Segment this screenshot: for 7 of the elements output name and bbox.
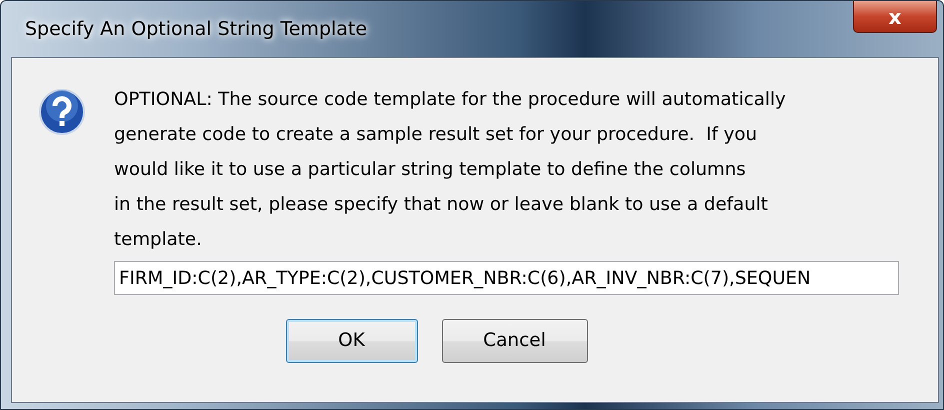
window-title: Specify An Optional String Template [24, 16, 368, 42]
template-input-field[interactable]: FIRM_ID:C(2),AR_TYPE:C(2),CUSTOMER_NBR:C(6),AR_INV_NBR:C(7),SEQUEN [114, 261, 899, 295]
question-icon [38, 88, 86, 136]
ok-button[interactable]: OK [286, 319, 418, 363]
message-text: OPTIONAL: The source code template for the procedure will automatically generate code to create a sample result set for your procedure. If you would like it to use a particular string template to define the columns in the result set, please specify that now or leave blank to use a default template. [114, 88, 787, 252]
close-button[interactable]: x [853, 1, 937, 33]
cancel-button[interactable]: Cancel [442, 319, 588, 363]
